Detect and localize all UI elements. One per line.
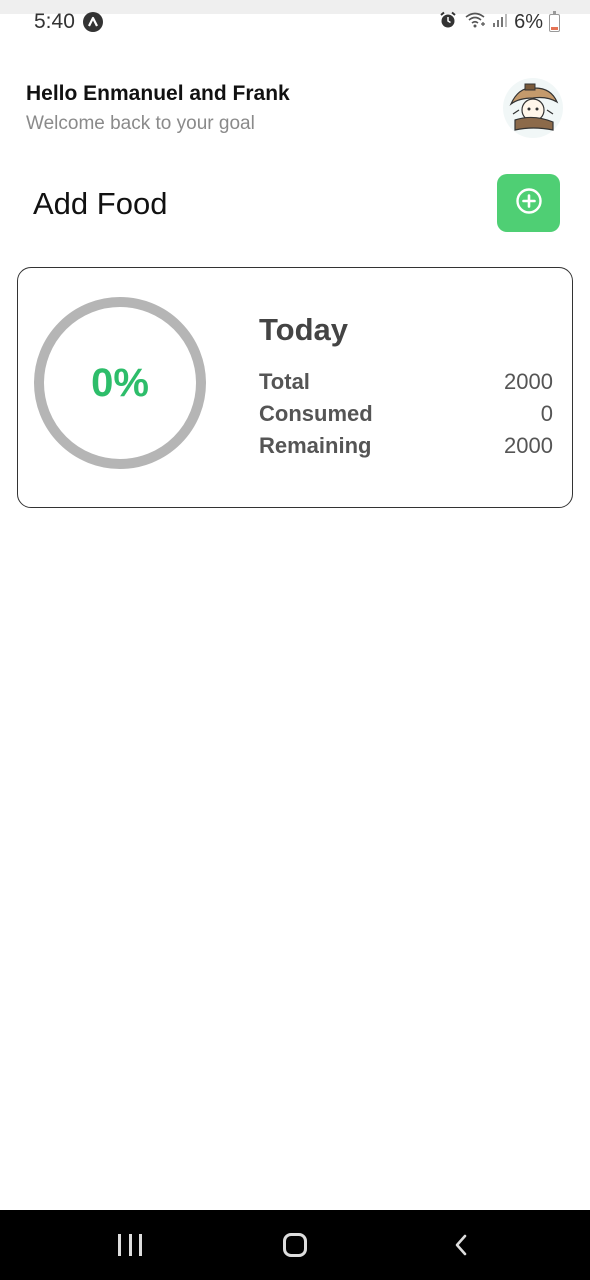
daily-summary-card: 0% Today Total 2000 Consumed 0 Remaining… bbox=[17, 267, 573, 508]
stat-value: 2000 bbox=[504, 433, 553, 458]
stat-label: Consumed bbox=[259, 401, 373, 426]
battery-icon bbox=[549, 10, 560, 32]
stat-label: Remaining bbox=[259, 433, 372, 458]
greeting-subtitle: Welcome back to your goal bbox=[26, 113, 255, 134]
stat-value: 0 bbox=[540, 401, 553, 426]
stat-row-remaining: Remaining 2000 bbox=[259, 430, 553, 462]
greeting-title: Hello Enmanuel and Frank bbox=[26, 82, 290, 105]
summary-title: Today bbox=[259, 312, 348, 347]
add-food-button[interactable] bbox=[497, 174, 560, 232]
alarm-icon bbox=[438, 10, 458, 35]
stat-row-total: Total 2000 bbox=[259, 366, 553, 398]
plus-circle-icon bbox=[515, 187, 543, 220]
wifi-icon bbox=[464, 11, 486, 34]
back-icon[interactable] bbox=[450, 1233, 474, 1257]
add-food-label: Add Food bbox=[33, 186, 168, 221]
signal-icon bbox=[492, 12, 508, 33]
status-icons: 6% bbox=[438, 10, 560, 35]
battery-percent: 6% bbox=[514, 11, 543, 33]
summary-stats: Total 2000 Consumed 0 Remaining 2000 bbox=[259, 366, 553, 462]
home-icon[interactable] bbox=[283, 1233, 307, 1257]
stat-row-consumed: Consumed 0 bbox=[259, 398, 553, 430]
status-time: 5:40 bbox=[34, 10, 75, 33]
app-notification-icon bbox=[83, 12, 103, 32]
progress-percent: 0% bbox=[91, 360, 149, 405]
status-bar: 5:40 6% bbox=[0, 0, 590, 44]
stat-label: Total bbox=[259, 369, 310, 394]
recents-icon[interactable] bbox=[118, 1234, 142, 1256]
stat-value: 2000 bbox=[504, 369, 553, 394]
avatar[interactable] bbox=[499, 74, 567, 142]
system-nav-bar bbox=[0, 1210, 590, 1280]
